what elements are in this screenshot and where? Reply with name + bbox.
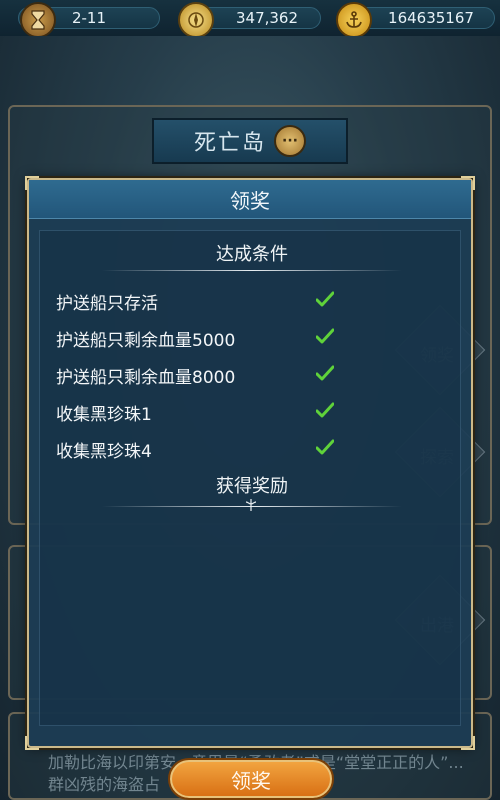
corner-ornament (461, 176, 475, 190)
island-banner: 死亡岛 ··· (152, 118, 348, 164)
conditions-title: 达成条件 (216, 244, 288, 265)
corner-ornament (461, 736, 475, 750)
conditions-divider (102, 270, 402, 271)
check-icon (316, 291, 334, 307)
gold-value: 164635167 (388, 9, 474, 27)
resource-bar: 2-11 347,362 164635167 (0, 0, 500, 38)
condition-label: 护送船只剩余血量5000 (56, 331, 236, 351)
silver-value: 347,362 (235, 9, 299, 27)
condition-label: 收集黑珍珠1 (56, 405, 152, 425)
anchor-coin-icon (336, 2, 372, 38)
check-icon (316, 328, 334, 344)
island-name: 死亡岛 (193, 131, 266, 156)
condition-label: 护送船只存活 (56, 294, 158, 314)
hourglass-icon (20, 2, 56, 38)
divider-ornament-icon (245, 499, 257, 511)
dialog-title-bar: 领奖 (29, 180, 471, 219)
claim-reward-label: 领奖 (231, 768, 271, 793)
corner-ornament (25, 176, 39, 190)
level-value: 2-11 (71, 9, 107, 27)
check-icon (316, 402, 334, 418)
compass-coin-icon (178, 2, 214, 38)
claim-reward-button[interactable]: 领奖 (168, 758, 334, 800)
reward-dialog: 领奖 达成条件 护送船只存活 护送船只剩余血量5000 护送船只剩余血量8000… (25, 176, 475, 750)
corner-ornament (25, 736, 39, 750)
rewards-title: 获得奖励 (216, 476, 288, 497)
check-icon (316, 365, 334, 381)
check-icon (316, 439, 334, 455)
condition-label: 护送船只剩余血量8000 (56, 368, 236, 388)
chat-icon[interactable]: ··· (274, 125, 306, 157)
dialog-title: 领奖 (230, 188, 270, 213)
condition-label: 收集黑珍珠4 (56, 442, 152, 462)
